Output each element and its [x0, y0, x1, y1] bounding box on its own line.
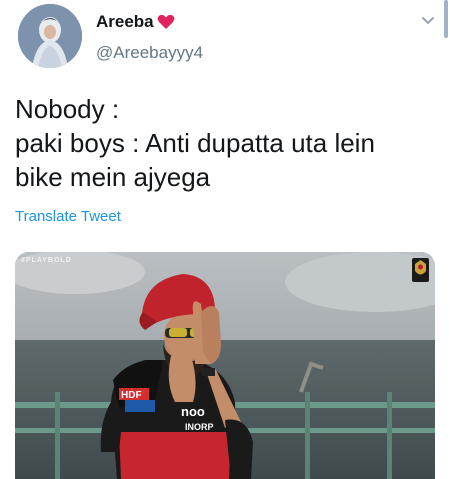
display-name[interactable]: Areeba	[96, 12, 154, 32]
chevron-down-icon[interactable]	[420, 14, 436, 26]
tweet-text: Nobody : paki boys : Anti dupatta uta le…	[15, 92, 435, 194]
avatar[interactable]	[18, 4, 82, 68]
red-heart-icon	[157, 14, 175, 30]
translate-tweet-link[interactable]: Translate Tweet	[15, 208, 121, 225]
user-handle[interactable]: @Areebayyy4	[96, 43, 203, 63]
scrollbar-thumb[interactable]	[444, 0, 448, 38]
tweet-text-line: paki boys : Anti dupatta uta lein	[15, 128, 375, 158]
jersey-sponsor-text: noo	[181, 404, 205, 419]
tweet-media-photo[interactable]: HDF noo INORP #PLAYBOLD	[15, 252, 435, 479]
media-watermark: #PLAYBOLD	[21, 257, 72, 264]
tweet-text-line: Nobody :	[15, 94, 120, 124]
photo-illustration: HDF noo INORP	[15, 252, 435, 479]
jersey-sponsor-text: INORP	[185, 422, 214, 432]
tweet: Areeba @Areebayyy4 Nobody : paki boys : …	[0, 0, 450, 479]
team-crest-icon	[412, 258, 429, 282]
tweet-text-line: bike mein ajyega	[15, 162, 211, 192]
display-name-row: Areeba	[96, 12, 175, 32]
jersey-sponsor-text: HDF	[121, 390, 142, 401]
